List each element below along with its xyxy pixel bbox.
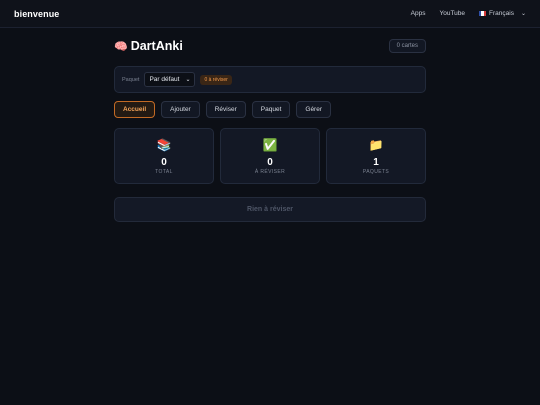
stat-label: PAQUETS bbox=[362, 168, 390, 175]
check-mark-icon: ✅ bbox=[262, 137, 278, 152]
nav-link-youtube[interactable]: YouTube bbox=[439, 10, 465, 17]
top-navbar: bienvenue Apps YouTube Français ⌄ bbox=[0, 0, 540, 28]
due-count-badge: 0 à réviser bbox=[200, 74, 232, 85]
brain-icon: 🧠 bbox=[114, 40, 128, 53]
stat-value: 1 bbox=[373, 156, 379, 168]
app-title-text: DartAnki bbox=[130, 39, 183, 53]
app-title: 🧠 DartAnki bbox=[114, 39, 183, 53]
tab-bar: Accueil Ajouter Réviser Paquet Gérer bbox=[114, 101, 426, 118]
chevron-down-icon: ⌄ bbox=[520, 11, 526, 17]
deck-select-value: Par défaut bbox=[149, 76, 180, 83]
stat-label: À RÉVISER bbox=[254, 168, 286, 175]
folder-icon: 📁 bbox=[368, 137, 384, 152]
nav-link-apps[interactable]: Apps bbox=[411, 10, 426, 17]
stat-card-due: ✅ 0 À RÉVISER bbox=[220, 128, 320, 184]
stat-card-total: 📚 0 TOTAL bbox=[114, 128, 214, 184]
stat-value: 0 bbox=[161, 156, 167, 168]
tab-accueil[interactable]: Accueil bbox=[114, 101, 156, 118]
france-flag-icon bbox=[479, 11, 487, 16]
app-header: 🧠 DartAnki 0 cartes bbox=[114, 35, 426, 57]
stats-row: 📚 0 TOTAL ✅ 0 À RÉVISER 📁 1 PAQUETS bbox=[114, 128, 426, 184]
site-brand[interactable]: bienvenue bbox=[14, 9, 59, 19]
top-nav-links: Apps YouTube Français ⌄ bbox=[411, 10, 526, 17]
stat-label: TOTAL bbox=[155, 168, 173, 175]
main-content: 🧠 DartAnki 0 cartes Paquet Par défaut ⌄ … bbox=[114, 30, 426, 222]
language-label: Français bbox=[489, 10, 514, 17]
stat-card-decks: 📁 1 PAQUETS bbox=[326, 128, 426, 184]
books-icon: 📚 bbox=[156, 137, 172, 152]
tab-paquet[interactable]: Paquet bbox=[251, 101, 291, 118]
card-count-badge: 0 cartes bbox=[388, 39, 426, 53]
deck-selector-bar: Paquet Par défaut ⌄ 0 à réviser bbox=[114, 66, 426, 93]
tab-reviser[interactable]: Réviser bbox=[205, 101, 246, 118]
review-button[interactable]: Rien à réviser bbox=[114, 197, 426, 222]
tab-gerer[interactable]: Gérer bbox=[296, 101, 332, 118]
stat-value: 0 bbox=[267, 156, 273, 168]
chevron-down-icon: ⌄ bbox=[185, 77, 191, 83]
tab-ajouter[interactable]: Ajouter bbox=[161, 101, 200, 118]
language-selector[interactable]: Français ⌄ bbox=[479, 10, 526, 17]
deck-select[interactable]: Par défaut ⌄ bbox=[144, 72, 196, 87]
deck-label: Paquet bbox=[122, 76, 140, 83]
